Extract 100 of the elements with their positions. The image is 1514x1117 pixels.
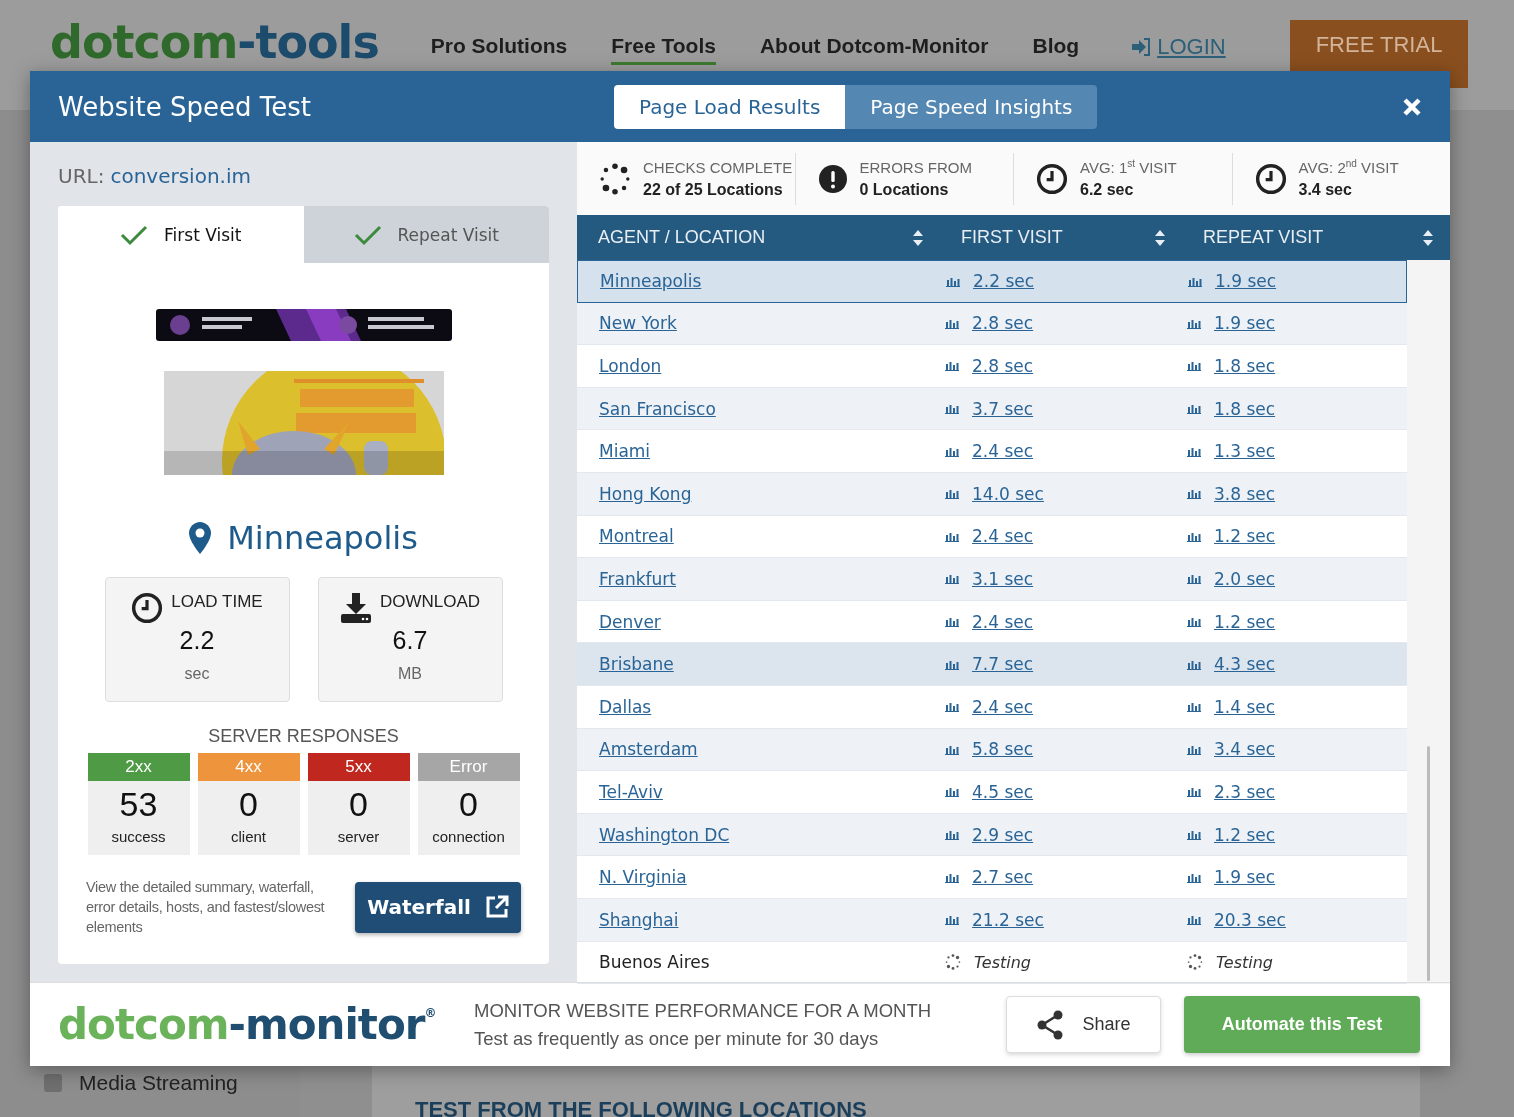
time-link[interactable]: 14.0 sec <box>972 483 1044 504</box>
time-link[interactable]: 3.4 sec <box>1214 739 1276 760</box>
time-link[interactable]: 4.3 sec <box>1214 654 1276 675</box>
bar-chart-icon[interactable] <box>945 914 959 926</box>
visit-tab[interactable]: Repeat Visit <box>303 206 549 263</box>
time-link[interactable]: 2.8 sec <box>972 313 1034 334</box>
bar-chart-icon[interactable] <box>945 573 959 585</box>
nav-link[interactable]: Pro Solutions <box>430 34 568 65</box>
bar-chart-icon[interactable] <box>1187 871 1201 883</box>
time-link[interactable]: 20.3 sec <box>1214 909 1286 930</box>
share-button[interactable]: Share <box>1006 996 1161 1053</box>
bar-chart-icon[interactable] <box>1188 275 1202 287</box>
bar-chart-icon[interactable] <box>1187 403 1201 415</box>
time-link[interactable]: 7.7 sec <box>972 654 1034 675</box>
location-link[interactable]: San Francisco <box>599 398 716 419</box>
bar-chart-icon[interactable] <box>945 403 959 415</box>
bar-chart-icon[interactable] <box>945 317 959 329</box>
time-link[interactable]: 1.3 sec <box>1214 441 1276 462</box>
time-link[interactable]: 2.4 sec <box>972 526 1034 547</box>
url-value[interactable]: conversion.im <box>110 164 251 188</box>
time-link[interactable]: 1.9 sec <box>1215 271 1277 292</box>
time-link[interactable]: 1.9 sec <box>1214 867 1276 888</box>
bar-chart-icon[interactable] <box>1187 445 1201 457</box>
bar-chart-icon[interactable] <box>1187 360 1201 372</box>
time-link[interactable]: 1.2 sec <box>1214 526 1276 547</box>
location-link[interactable]: New York <box>599 313 677 334</box>
time-link[interactable]: 2.4 sec <box>972 441 1034 462</box>
nav-link[interactable]: Free Tools <box>611 34 716 65</box>
location-link[interactable]: Frankfurt <box>599 568 676 589</box>
location-link[interactable]: London <box>599 356 662 376</box>
waterfall-button[interactable]: Waterfall <box>355 881 521 933</box>
bar-chart-icon[interactable] <box>945 488 959 500</box>
sort-icon[interactable] <box>1154 228 1166 247</box>
location-link[interactable]: Brisbane <box>599 654 674 675</box>
table-row[interactable]: London 2.8 sec 1.8 sec <box>577 345 1407 388</box>
table-row[interactable]: Frankfurt 3.1 sec 2.0 sec <box>577 558 1407 601</box>
column-header[interactable]: AGENT / LOCATION <box>598 227 766 248</box>
table-row[interactable]: Hong Kong 14.0 sec 3.8 sec <box>577 472 1407 516</box>
location-link[interactable]: Washington DC <box>599 824 730 845</box>
time-link[interactable]: 1.2 sec <box>1214 824 1276 845</box>
time-link[interactable]: 2.7 sec <box>972 867 1034 888</box>
time-link[interactable]: 5.8 sec <box>972 739 1034 760</box>
location-link[interactable]: Minneapolis <box>600 271 702 292</box>
time-link[interactable]: 4.5 sec <box>972 781 1034 802</box>
bar-chart-icon[interactable] <box>945 871 959 883</box>
time-link[interactable]: 2.0 sec <box>1214 568 1276 589</box>
time-link[interactable]: 21.2 sec <box>972 909 1044 930</box>
time-link[interactable]: 1.8 sec <box>1214 398 1276 419</box>
bar-chart-icon[interactable] <box>945 616 959 628</box>
location-link[interactable]: Amsterdam <box>599 739 698 760</box>
time-link[interactable]: 3.8 sec <box>1214 483 1276 504</box>
bar-chart-icon[interactable] <box>1187 786 1201 798</box>
table-row[interactable]: Shanghai 21.2 sec 20.3 sec <box>577 898 1407 942</box>
location-link[interactable]: Tel-Aviv <box>599 781 663 802</box>
table-row[interactable]: San Francisco 3.7 sec 1.8 sec <box>577 387 1407 431</box>
time-link[interactable]: 3.7 sec <box>972 398 1034 419</box>
bar-chart-icon[interactable] <box>1187 573 1201 585</box>
sort-icon[interactable] <box>1422 228 1434 247</box>
sort-icon[interactable] <box>912 228 924 247</box>
bar-chart-icon[interactable] <box>945 786 959 798</box>
table-row[interactable]: New York 2.8 sec 1.9 sec <box>577 302 1407 346</box>
bar-chart-icon[interactable] <box>1187 488 1201 500</box>
location-link[interactable]: N. Virginia <box>599 867 687 888</box>
bar-chart-icon[interactable] <box>945 530 959 542</box>
time-link[interactable]: 1.9 sec <box>1214 313 1276 334</box>
bar-chart-icon[interactable] <box>945 829 959 840</box>
time-link[interactable]: 2.4 sec <box>972 696 1034 717</box>
time-link[interactable]: 1.2 sec <box>1214 611 1276 632</box>
table-row[interactable]: Brisbane 7.7 sec 4.3 sec <box>577 643 1407 686</box>
column-header[interactable]: FIRST VISIT <box>961 227 1063 248</box>
table-row[interactable]: Minneapolis 2.2 sec 1.9 sec <box>577 260 1407 303</box>
column-header[interactable]: REPEAT VISIT <box>1203 227 1324 248</box>
table-row[interactable]: Dallas 2.4 sec 1.4 sec <box>577 685 1407 729</box>
bar-chart-icon[interactable] <box>945 701 959 713</box>
time-link[interactable]: 1.4 sec <box>1214 696 1276 717</box>
bar-chart-icon[interactable] <box>1187 743 1201 755</box>
bar-chart-icon[interactable] <box>1187 530 1201 542</box>
bar-chart-icon[interactable] <box>946 275 960 287</box>
time-link[interactable]: 2.3 sec <box>1214 781 1276 802</box>
bar-chart-icon[interactable] <box>1187 317 1201 329</box>
nav-link[interactable]: Blog <box>1032 34 1080 65</box>
table-row[interactable]: Amsterdam 5.8 sec 3.4 sec <box>577 728 1407 772</box>
time-link[interactable]: 2.2 sec <box>973 271 1035 292</box>
bar-chart-icon[interactable] <box>945 743 959 755</box>
bar-chart-icon[interactable] <box>1187 829 1201 840</box>
time-link[interactable]: 2.8 sec <box>972 356 1034 376</box>
site-logo[interactable]: dotcom-tools <box>50 14 379 70</box>
bar-chart-icon[interactable] <box>945 445 959 457</box>
bar-chart-icon[interactable] <box>1187 616 1201 628</box>
location-link[interactable]: Hong Kong <box>599 483 692 504</box>
table-row[interactable]: Miami 2.4 sec 1.3 sec <box>577 430 1407 473</box>
bar-chart-icon[interactable] <box>945 658 959 670</box>
location-link[interactable]: Dallas <box>599 696 652 717</box>
bar-chart-icon[interactable] <box>945 360 959 372</box>
time-link[interactable]: 2.4 sec <box>972 611 1034 632</box>
table-row[interactable]: N. Virginia 2.7 sec 1.9 sec <box>577 856 1407 899</box>
tab[interactable]: Page Load Results <box>614 84 846 129</box>
close-button[interactable] <box>1402 96 1422 117</box>
scrollbar[interactable] <box>1427 746 1430 981</box>
table-row[interactable]: Tel-Aviv 4.5 sec 2.3 sec <box>577 771 1407 814</box>
